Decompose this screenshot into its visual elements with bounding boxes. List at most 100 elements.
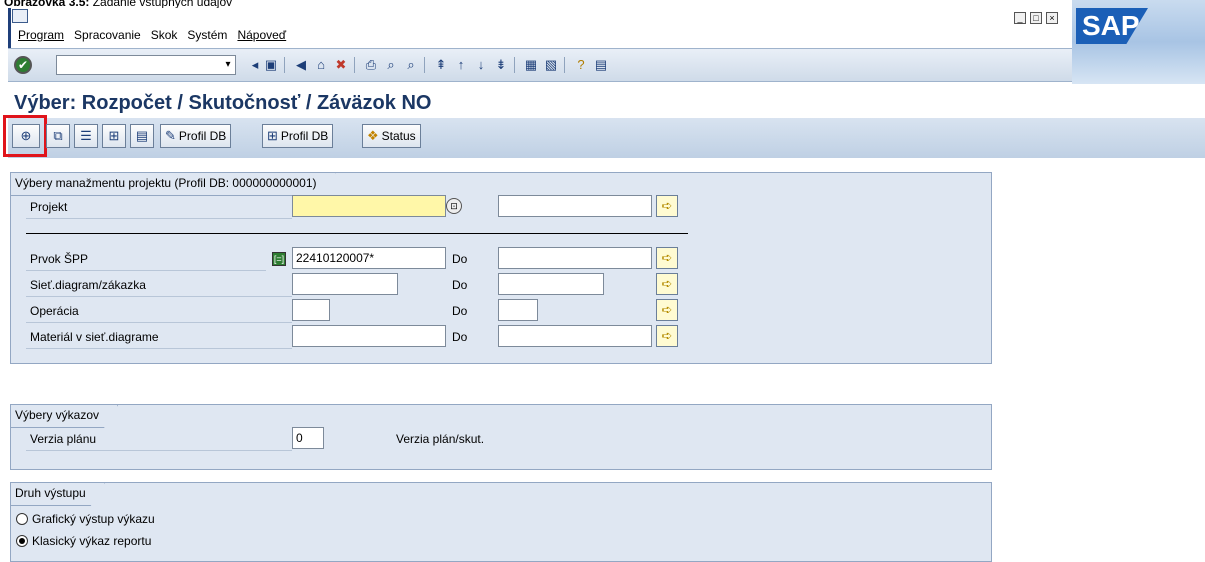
verzia-description: Verzia plán/skut. (396, 432, 485, 446)
row-underline (26, 296, 292, 297)
menu-bar: Program Spracovanie Skok Systém Nápoveď (8, 8, 1008, 54)
selection-options-button[interactable]: ☰ (74, 124, 98, 148)
group-title: Výbery výkazov (11, 405, 118, 428)
multiple-selection-button[interactable]: ➪ (656, 195, 678, 217)
multiple-selection-button[interactable]: ➪ (656, 247, 678, 269)
material-input[interactable] (292, 325, 446, 347)
next-page-icon[interactable]: ↓ (472, 56, 490, 74)
prvok-label: Prvok ŠPP (30, 252, 89, 266)
execute-icon: ⊕ (20, 128, 32, 143)
multiple-selection-button[interactable]: ➪ (656, 273, 678, 295)
command-dropdown-icon[interactable]: ▾ (222, 58, 234, 72)
search-help-icon[interactable]: ⊡ (446, 198, 462, 214)
radio-classic-label: Klasický výkaz reportu (32, 534, 152, 548)
system-menu-icon[interactable] (12, 9, 28, 23)
close-button[interactable]: × (1046, 12, 1058, 24)
execute-button[interactable]: ⊕ (12, 124, 40, 148)
tree-icon: ⊞ (267, 128, 278, 143)
row-underline (26, 450, 292, 451)
multiple-selection-button[interactable]: ➪ (656, 325, 678, 347)
menu-skok[interactable]: Skok (151, 28, 178, 42)
toolbar-separator (284, 57, 285, 73)
verzia-label: Verzia plánu (30, 432, 97, 446)
profile-db-tree-button[interactable]: ⊞ Profil DB (262, 124, 334, 148)
sap-logo: SAP (1076, 8, 1148, 44)
help-icon[interactable]: ? (572, 56, 590, 74)
menu-napoved[interactable]: Nápoveď (237, 28, 286, 42)
projekt-extra-input[interactable] (498, 195, 652, 217)
hierarchy-button[interactable]: ⊞ (102, 124, 126, 148)
document-caption: Obrazovka 3.5: Zadanie vstupných údajov (4, 0, 232, 8)
back-icon[interactable]: ◀ (292, 56, 310, 74)
row-underline (26, 270, 266, 271)
menu-spracovanie[interactable]: Spracovanie (74, 28, 141, 42)
caption-bold: Obrazovka 3.5: (4, 0, 90, 8)
projekt-input[interactable] (292, 195, 446, 217)
status-button[interactable]: ❖ Status (362, 124, 421, 148)
status-icon: ❖ (367, 128, 379, 143)
cancel-icon[interactable]: ✖ (332, 56, 350, 74)
siet-label: Sieť.diagram/zákazka (30, 278, 146, 292)
layout-icon: ▤ (135, 128, 149, 143)
multiple-selection-button[interactable]: ➪ (656, 299, 678, 321)
print-icon[interactable]: ⎙ (362, 56, 380, 74)
sap-logo-area: SAP (1072, 0, 1205, 84)
caption-rest: Zadanie vstupných údajov (89, 0, 233, 8)
maximize-button[interactable]: □ (1030, 12, 1042, 24)
find-icon[interactable]: ⌕ (382, 56, 400, 74)
row-underline (26, 218, 292, 219)
radio-graphic-label: Grafický výstup výkazu (32, 512, 155, 526)
enter-check-icon[interactable]: ✔ (14, 56, 32, 74)
toolbar-separator (424, 57, 425, 73)
layout-menu-icon[interactable]: ▤ (592, 56, 610, 74)
layout-button[interactable]: ▤ (130, 124, 154, 148)
row-underline (26, 348, 292, 349)
last-page-icon[interactable]: ⇟ (492, 56, 510, 74)
profile-db-edit-button[interactable]: ✎ Profil DB (160, 124, 232, 148)
verzia-input[interactable]: 0 (292, 427, 324, 449)
menu-program[interactable]: Program (18, 28, 64, 42)
multiple-values-icon[interactable]: [=] (272, 252, 286, 266)
toolbar-separator (354, 57, 355, 73)
shortcut-icon[interactable]: ▧ (542, 56, 560, 74)
projekt-label: Projekt (30, 200, 68, 214)
prvok-to-input[interactable] (498, 247, 652, 269)
profile-db-label-2: Profil DB (280, 129, 329, 143)
selection-icon: ☰ (80, 128, 92, 143)
command-field[interactable] (56, 55, 236, 75)
new-session-icon[interactable]: ▦ (522, 56, 540, 74)
operacia-input[interactable] (292, 299, 330, 321)
toolbar-separator (514, 57, 515, 73)
variant-icon: ⧉ (53, 128, 63, 143)
get-variant-button[interactable]: ⧉ (46, 124, 70, 148)
menu-system[interactable]: Systém (187, 28, 227, 42)
do-label: Do (452, 330, 468, 344)
do-label: Do (452, 252, 468, 266)
exit-icon[interactable]: ⌂ (312, 56, 330, 74)
find-next-icon[interactable]: ⌕ (402, 56, 420, 74)
menu-items: Program Spracovanie Skok Systém Nápoveď (18, 28, 296, 42)
report-selection-group: Výbery výkazov (10, 404, 992, 470)
radio-graphic-output[interactable] (16, 513, 28, 525)
profile-db-label: Profil DB (178, 129, 227, 143)
material-to-input[interactable] (498, 325, 652, 347)
radio-classic-output[interactable] (16, 535, 28, 547)
previous-page-icon[interactable]: ↑ (452, 56, 470, 74)
minimize-button[interactable]: _ (1014, 12, 1026, 24)
first-page-icon[interactable]: ⇞ (432, 56, 450, 74)
toolbar-separator (564, 57, 565, 73)
pencil-icon: ✎ (165, 128, 176, 143)
hierarchy-icon: ⊞ (108, 128, 120, 143)
group-title: Druh výstupu (11, 483, 105, 506)
siet-input[interactable] (292, 273, 398, 295)
row-underline (26, 322, 292, 323)
siet-to-input[interactable] (498, 273, 604, 295)
prvok-input[interactable]: 22410120007* (292, 247, 446, 269)
group-title: Výbery manažmentu projektu (Profil DB: 0… (11, 173, 336, 196)
do-label: Do (452, 304, 468, 318)
save-icon[interactable]: ▣ (262, 56, 280, 74)
material-label: Materiál v sieť.diagrame (30, 330, 159, 344)
operacia-to-input[interactable] (498, 299, 538, 321)
output-type-group: Druh výstupu (10, 482, 992, 562)
page-title: Výber: Rozpočet / Skutočnosť / Záväzok N… (14, 92, 432, 114)
